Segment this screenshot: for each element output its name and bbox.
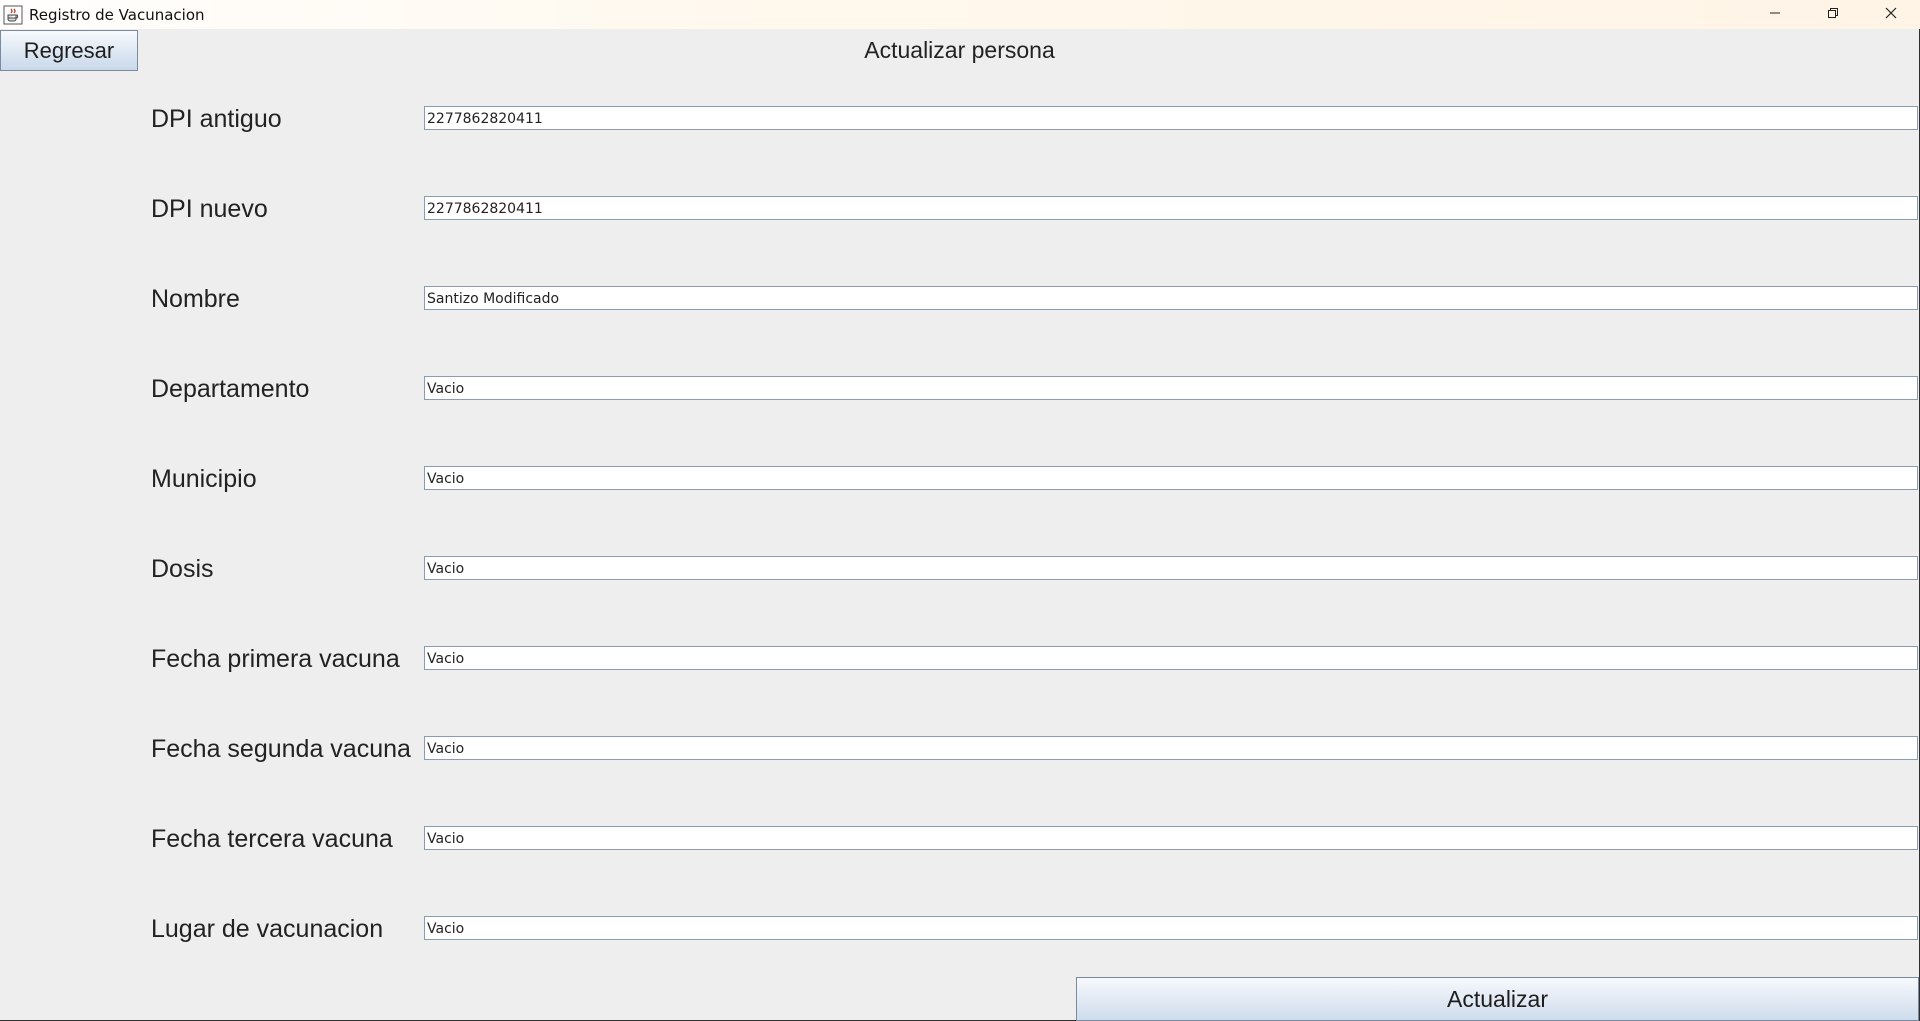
municipio-field[interactable]: Vacio bbox=[424, 466, 1918, 490]
label-departamento: Departamento bbox=[151, 375, 310, 403]
fecha-tercera-vacuna-field[interactable]: Vacio bbox=[424, 826, 1918, 850]
label-municipio: Municipio bbox=[151, 465, 257, 493]
fecha-primera-vacuna-field[interactable]: Vacio bbox=[424, 646, 1918, 670]
label-nombre: Nombre bbox=[151, 285, 240, 313]
label-fecha-primera-vacuna: Fecha primera vacuna bbox=[151, 645, 400, 673]
label-dpi-antiguo: DPI antiguo bbox=[151, 105, 282, 133]
window-title: Registro de Vacunacion bbox=[29, 5, 205, 24]
page-title: Actualizar persona bbox=[864, 37, 1055, 63]
close-button[interactable] bbox=[1862, 0, 1920, 29]
lugar-de-vacunacion-field[interactable]: Vacio bbox=[424, 916, 1918, 940]
app-window: Registro de Vacunacion Regresar Actualiz… bbox=[0, 0, 1920, 1021]
window-controls bbox=[1746, 0, 1920, 29]
departamento-field[interactable]: Vacio bbox=[424, 376, 1918, 400]
label-lugar-de-vacunacion: Lugar de vacunacion bbox=[151, 915, 384, 943]
restore-button[interactable] bbox=[1804, 0, 1862, 29]
dpi-antiguo-field[interactable]: 2277862820411 bbox=[424, 106, 1918, 130]
close-icon bbox=[1885, 6, 1897, 24]
minimize-icon bbox=[1769, 6, 1781, 24]
label-dosis: Dosis bbox=[151, 555, 214, 583]
update-button[interactable]: Actualizar bbox=[1076, 977, 1919, 1021]
minimize-button[interactable] bbox=[1746, 0, 1804, 29]
label-fecha-tercera-vacuna: Fecha tercera vacuna bbox=[151, 825, 393, 853]
nombre-field[interactable]: Santizo Modificado bbox=[424, 286, 1918, 310]
label-fecha-segunda-vacuna: Fecha segunda vacuna bbox=[151, 735, 411, 763]
title-bar[interactable]: Registro de Vacunacion bbox=[0, 0, 1920, 29]
fecha-segunda-vacuna-field[interactable]: Vacio bbox=[424, 736, 1918, 760]
label-dpi-nuevo: DPI nuevo bbox=[151, 195, 268, 223]
dosis-field[interactable]: Vacio bbox=[424, 556, 1918, 580]
restore-icon bbox=[1827, 6, 1839, 24]
dpi-nuevo-field[interactable]: 2277862820411 bbox=[424, 196, 1918, 220]
java-cup-icon bbox=[3, 5, 23, 25]
